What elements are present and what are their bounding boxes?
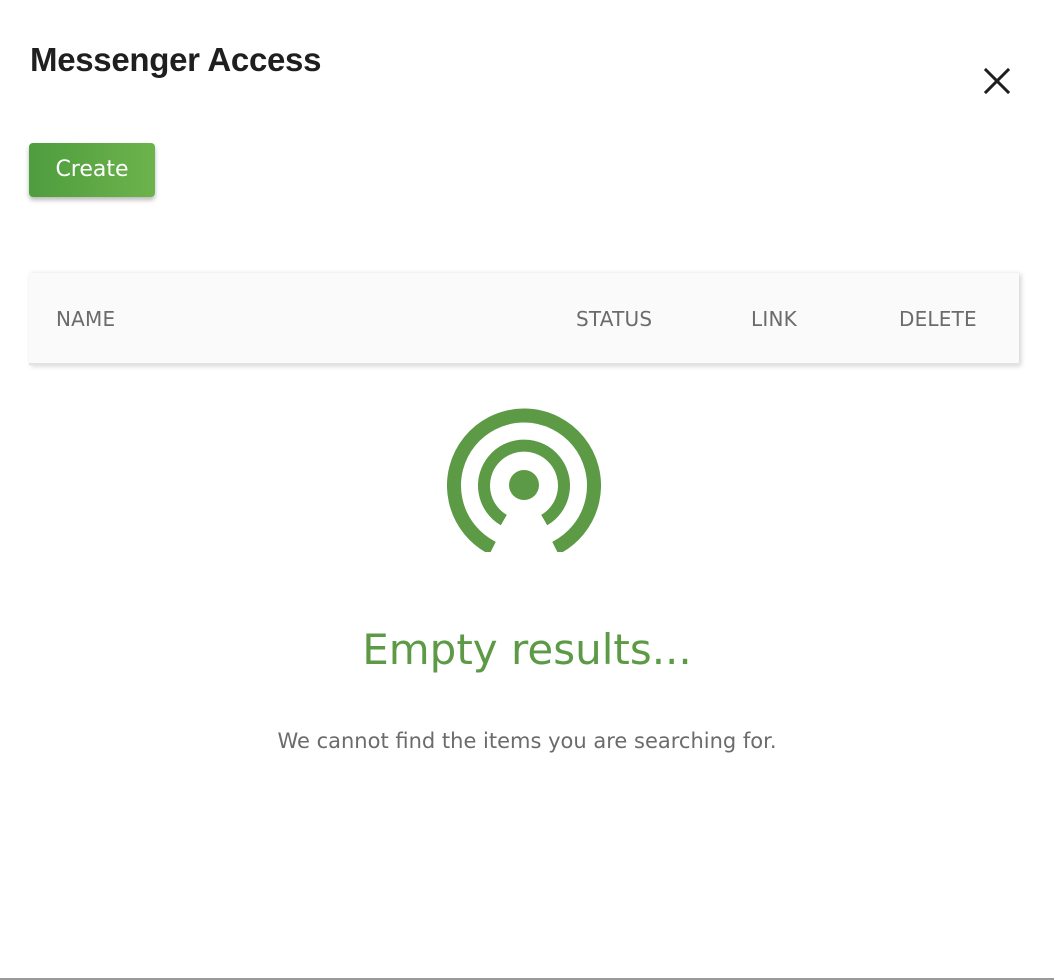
dialog-title: Messenger Access: [30, 41, 322, 78]
empty-results-title: Empty results...: [362, 625, 692, 674]
column-header-status[interactable]: STATUS: [576, 273, 652, 363]
create-button[interactable]: Create: [29, 143, 155, 197]
messenger-access-dialog: Messenger Access Create NAME STATUS LINK…: [0, 0, 1054, 980]
empty-results-message: We cannot find the items you are searchi…: [277, 729, 777, 753]
column-header-name[interactable]: NAME: [56, 273, 115, 363]
table-header: NAME STATUS LINK DELETE: [29, 273, 1019, 365]
close-icon[interactable]: [976, 60, 1018, 102]
column-header-delete[interactable]: DELETE: [899, 273, 977, 363]
broadcast-signal-icon: [447, 408, 601, 552]
column-header-link[interactable]: LINK: [751, 273, 797, 363]
